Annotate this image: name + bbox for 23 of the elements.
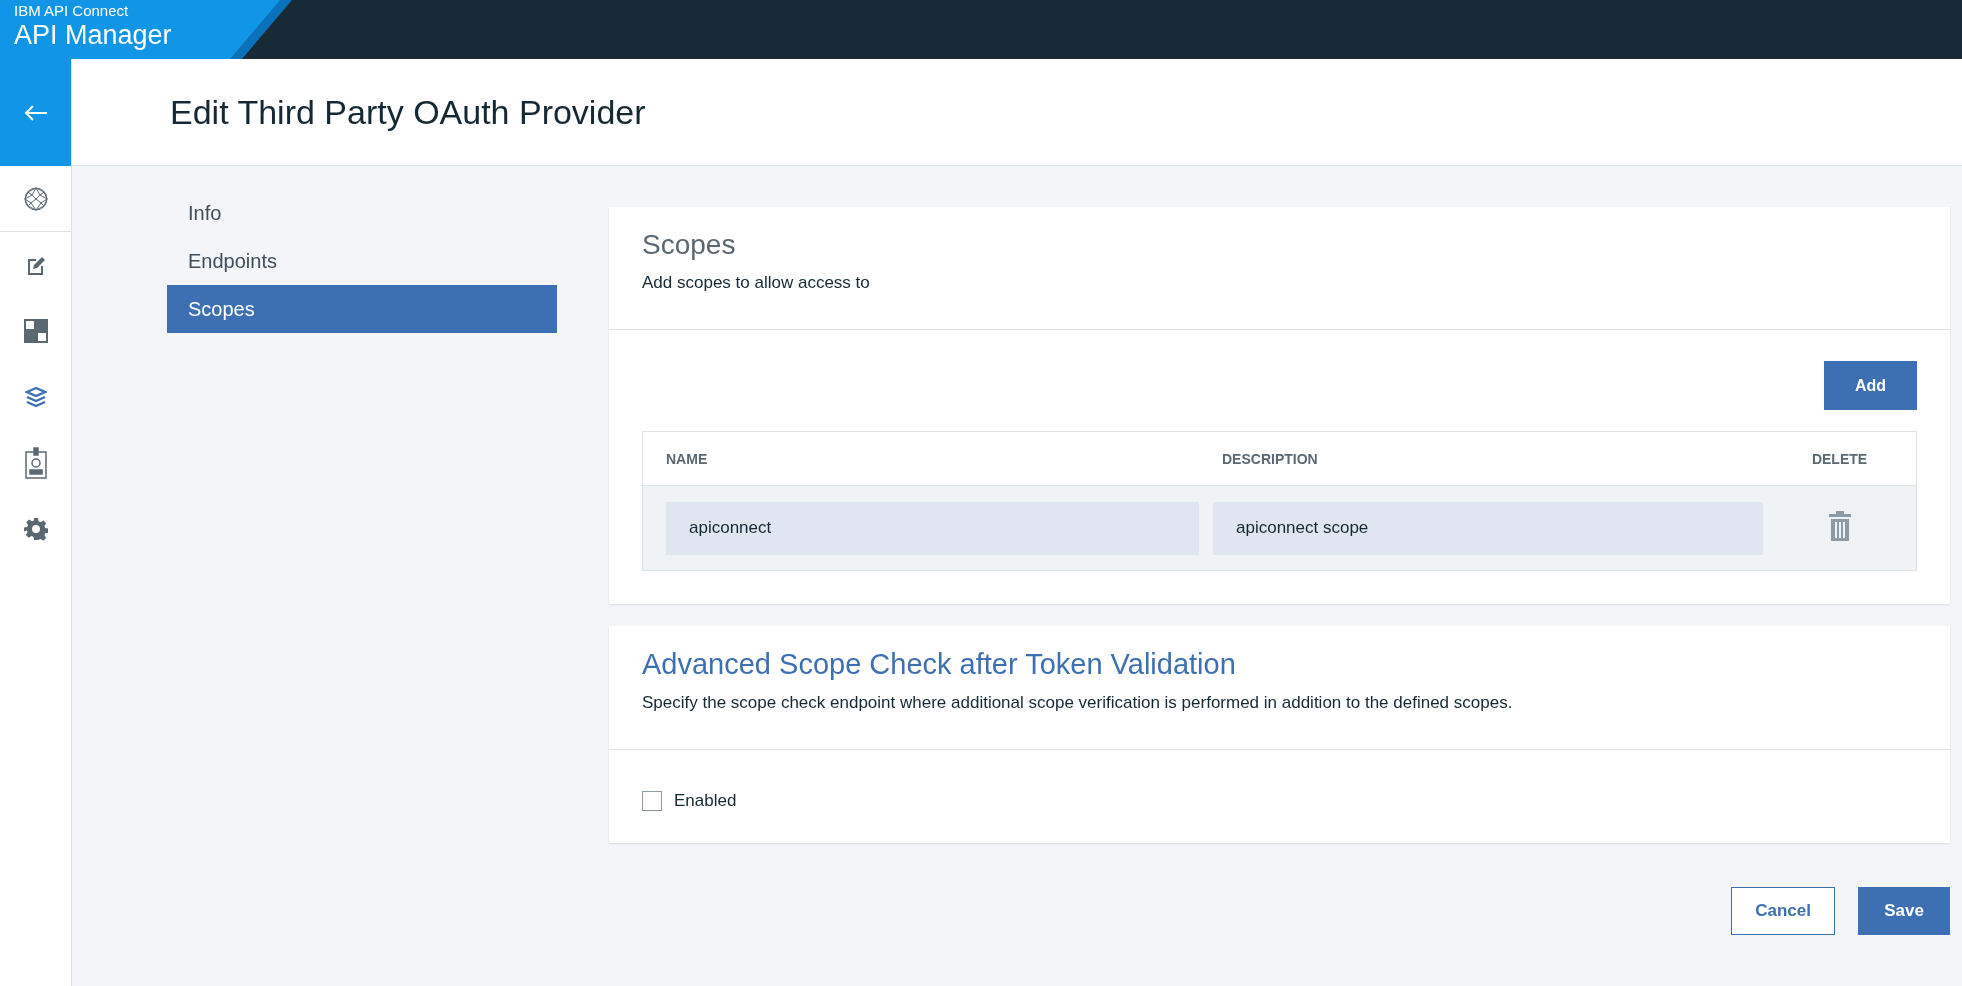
section-nav-item[interactable]: Scopes (167, 285, 557, 333)
checkbox[interactable] (642, 791, 662, 811)
save-button[interactable]: Save (1858, 887, 1950, 935)
column-header: DESCRIPTION (1199, 431, 1763, 486)
back-arrow-icon (23, 104, 48, 121)
add-button[interactable]: Add (1824, 361, 1917, 410)
app-name: API Manager (14, 19, 172, 51)
column-header: NAME (642, 431, 1199, 486)
card-title: Advanced Scope Check after Token Validation (642, 648, 1237, 681)
card-description: Specify the scope check endpoint where additional scope verification is performed in addition to the defined scopes. (642, 693, 1514, 713)
section-nav-item[interactable]: Endpoints (167, 237, 557, 285)
card-description: Add scopes to allow access to (642, 273, 871, 293)
scope-name-field[interactable]: apiconnect (666, 501, 1199, 555)
card-title: Scopes (642, 229, 737, 261)
checkbox-label: Enabled (674, 791, 737, 811)
product-name: IBM API Connect (14, 2, 129, 19)
cancel-button[interactable]: Cancel (1731, 887, 1835, 935)
scope-description-field[interactable]: apiconnect scope (1213, 501, 1763, 555)
page-title: Edit Third Party OAuth Provider (170, 92, 646, 132)
trash-icon (1828, 511, 1851, 541)
delete-button[interactable] (1828, 511, 1851, 544)
column-header: DELETE (1763, 431, 1917, 486)
section-nav-item[interactable]: Info (167, 189, 557, 237)
